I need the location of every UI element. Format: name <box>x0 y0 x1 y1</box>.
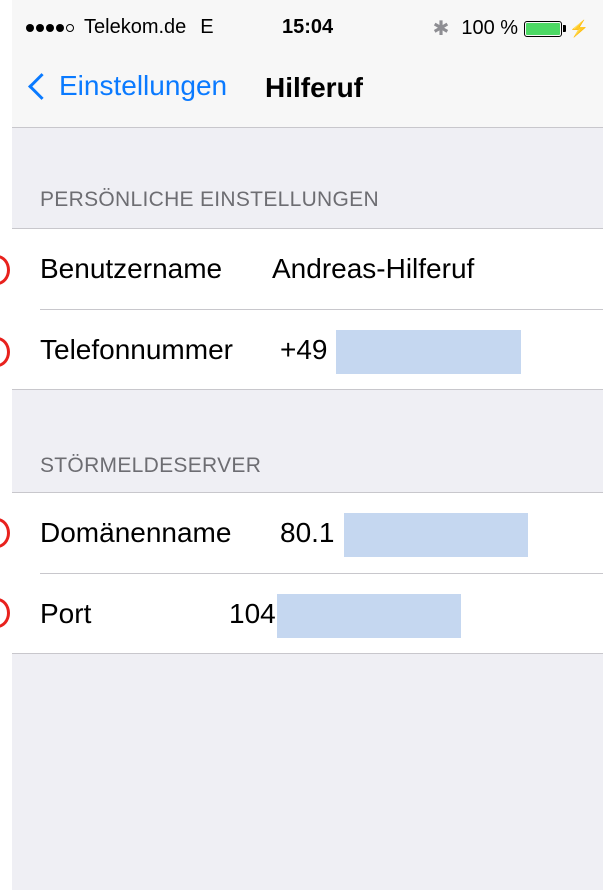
group-personal: Benutzername Andreas-Hilferuf Telefonnum… <box>12 228 603 390</box>
battery-icon <box>524 20 563 37</box>
group-server: Domänenname 80.1 Port 104 <box>12 492 603 654</box>
redaction-box <box>277 594 461 638</box>
bluetooth-icon: ✱ <box>432 18 450 40</box>
row-username[interactable]: Benutzername Andreas-Hilferuf <box>12 229 603 309</box>
redaction-box <box>336 330 521 374</box>
back-button[interactable]: Einstellungen <box>26 70 227 102</box>
row-phone[interactable]: Telefonnummer +49 <box>12 310 603 390</box>
battery-percent: 100 % <box>461 17 519 39</box>
row-domain[interactable]: Domänenname 80.1 <box>12 493 603 573</box>
section-header-personal: PERSÖNLICHE EINSTELLUNGEN <box>40 188 379 211</box>
annotation-marker <box>0 255 10 285</box>
username-label: Benutzername <box>40 253 223 284</box>
port-value[interactable]: 104 <box>229 598 276 630</box>
status-time: 15:04 <box>282 16 334 38</box>
domain-label: Domänenname <box>40 517 232 548</box>
username-value[interactable]: Andreas-Hilferuf <box>272 253 474 285</box>
redaction-box <box>344 513 528 557</box>
status-bar: Telekom.de E 15:04 ✱ 100 % ⚡ <box>12 0 603 52</box>
phone-label: Telefonnummer <box>40 334 233 365</box>
status-right: ✱ 100 % ⚡ <box>433 16 589 41</box>
settings-screen: Telekom.de E 15:04 ✱ 100 % ⚡ Einstellung… <box>12 0 603 890</box>
signal-strength-icon <box>26 23 76 32</box>
section-header-server: STÖRMELDESERVER <box>40 454 262 477</box>
annotation-marker <box>0 518 10 548</box>
carrier-name: Telekom.de <box>84 16 187 38</box>
port-label: Port <box>40 598 92 629</box>
domain-value[interactable]: 80.1 <box>280 517 335 549</box>
page-title: Hilferuf <box>265 72 363 103</box>
charging-icon: ⚡ <box>569 20 589 38</box>
battery-tip <box>563 25 567 32</box>
status-left: Telekom.de E <box>26 16 214 39</box>
chevron-left-icon <box>28 72 55 100</box>
annotation-marker <box>0 598 10 628</box>
annotation-marker <box>0 337 10 367</box>
row-port[interactable]: Port 104 <box>12 574 603 654</box>
network-type: E <box>200 16 214 38</box>
back-button-label: Einstellungen <box>59 70 228 101</box>
phone-value[interactable]: +49 <box>280 334 328 366</box>
navigation-bar: Einstellungen Hilferuf <box>12 52 603 128</box>
